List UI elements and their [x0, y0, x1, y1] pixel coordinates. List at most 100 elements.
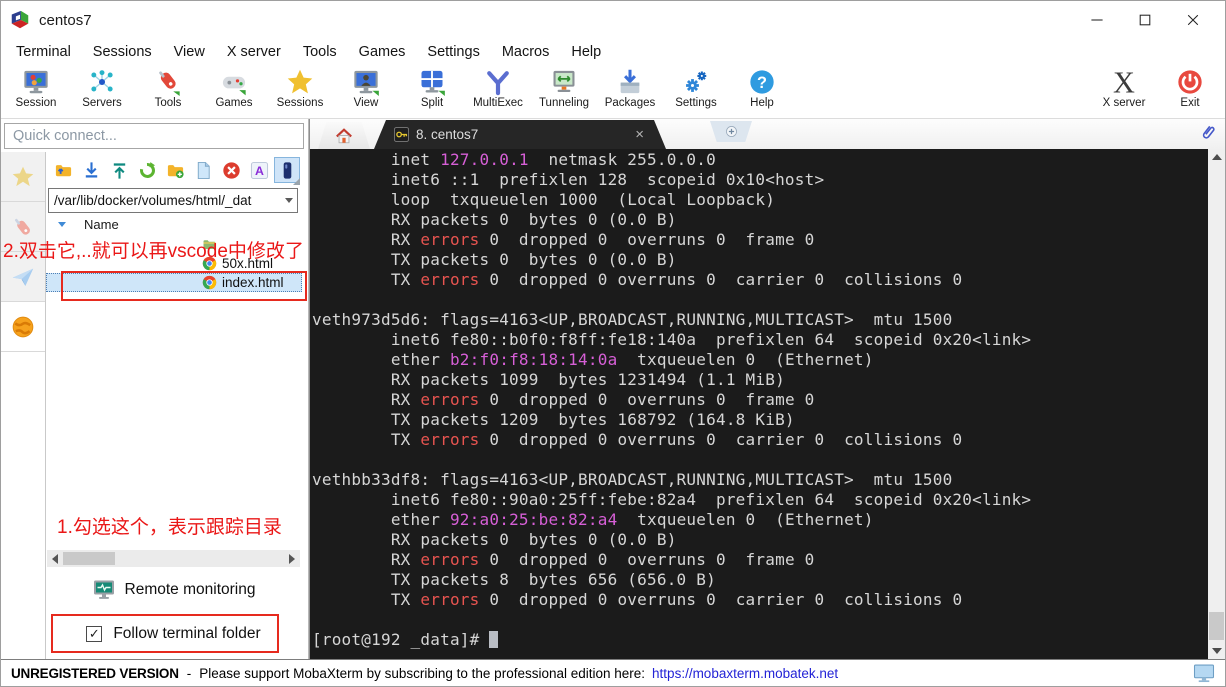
- remote-monitoring-button[interactable]: Remote monitoring: [47, 576, 300, 604]
- file-list-header[interactable]: Name: [46, 213, 308, 235]
- file-toolbar-download-button[interactable]: [78, 157, 104, 183]
- file-toolbar-new-folder-button[interactable]: [162, 157, 188, 183]
- toolbar-label: Help: [750, 97, 774, 109]
- toolbar-button-split[interactable]: Split: [399, 68, 465, 109]
- toolbar-label: Exit: [1180, 97, 1200, 109]
- plus-icon: [725, 125, 738, 138]
- menu-bar: Terminal Sessions View X server Tools Games Se…: [1, 39, 1225, 65]
- scrollbar-track[interactable]: [63, 550, 284, 567]
- quick-connect-input[interactable]: [4, 123, 304, 149]
- monitor-icon: [1193, 664, 1215, 683]
- toolbar-label: Tools: [154, 97, 182, 109]
- sidebar-tab-sessions[interactable]: [1, 152, 45, 202]
- toolbar-label: Split: [420, 97, 444, 109]
- terminal-line: RX errors 0 dropped 0 overruns 0 frame 0: [312, 390, 815, 409]
- file-toolbar-rename-button[interactable]: A: [246, 157, 272, 183]
- paperclip-icon[interactable]: [1199, 121, 1217, 145]
- menu-item-view[interactable]: View: [163, 44, 216, 60]
- delete-icon: [222, 161, 241, 180]
- mobaxterm-logo-icon: [9, 9, 31, 31]
- session-icon: [22, 68, 50, 96]
- toolbar-label: View: [353, 97, 379, 109]
- sidebar-tab-sftp[interactable]: [1, 302, 45, 352]
- tab-close-icon[interactable]: ×: [633, 127, 646, 142]
- terminal-scrollbar[interactable]: [1208, 149, 1225, 659]
- path-dropdown[interactable]: /var/lib/docker/volumes/html/_dat: [48, 188, 298, 213]
- servers-icon: [88, 68, 116, 96]
- scroll-up-arrow[interactable]: [1208, 149, 1225, 165]
- toolbar-button-tools[interactable]: Tools: [135, 68, 201, 109]
- follow-terminal-folder-checkbox[interactable]: ✓: [86, 626, 103, 642]
- corner-resize-icon[interactable]: [293, 178, 300, 185]
- horizontal-scrollbar[interactable]: [47, 550, 300, 567]
- toolbar-button-multiexec[interactable]: MultiExec: [465, 68, 531, 109]
- exit-icon: [1176, 68, 1204, 96]
- toolbar-button-servers[interactable]: Servers: [69, 68, 135, 109]
- menu-item-help[interactable]: Help: [560, 44, 612, 60]
- remote-monitor-icon: [92, 578, 116, 602]
- toolbar-button-help[interactable]: ? Help: [729, 68, 795, 109]
- folder-up-icon: [54, 161, 73, 180]
- file-toolbar-upload-button[interactable]: [106, 157, 132, 183]
- menu-item-settings[interactable]: Settings: [416, 44, 490, 60]
- scroll-left-arrow[interactable]: [47, 550, 63, 567]
- split-icon: [418, 68, 446, 96]
- toolbar-button-sessions[interactable]: Sessions: [267, 68, 333, 109]
- terminal-output[interactable]: inet 127.0.0.1 netmask 255.0.0.0 inet6 :…: [310, 149, 1208, 659]
- home-tab[interactable]: [318, 122, 370, 149]
- tab-label: 8. centos7: [416, 127, 479, 142]
- chrome-icon: [202, 275, 217, 290]
- terminal-line: TX packets 8 bytes 656 (656.0 B): [312, 570, 716, 589]
- scroll-down-arrow[interactable]: [1208, 643, 1225, 659]
- unregistered-version-label: UNREGISTERED VERSION: [11, 665, 179, 681]
- menu-item-games[interactable]: Games: [348, 44, 417, 60]
- menu-item-macros[interactable]: Macros: [491, 44, 561, 60]
- file-toolbar-refresh-button[interactable]: [134, 157, 160, 183]
- terminal-line: inet6 fe80::b0f0:f8ff:fe18:140a prefixle…: [312, 330, 1032, 349]
- view-icon: [352, 68, 380, 96]
- toolbar-label: Games: [215, 97, 253, 109]
- star-faded-icon: [11, 165, 35, 189]
- home-icon: [335, 127, 353, 145]
- knife-faded-icon: [11, 215, 35, 239]
- file-toolbar-delete-button[interactable]: [218, 157, 244, 183]
- mobatek-link[interactable]: https://mobaxterm.mobatek.net: [652, 666, 838, 681]
- toolbar-button-session[interactable]: Session: [3, 68, 69, 109]
- new-tab-button[interactable]: [710, 121, 752, 142]
- terminal-line: [root@192 _data]#: [312, 630, 1208, 650]
- annotation-step2: 2.双击它,..就可以再vscode中修改了: [3, 241, 304, 262]
- toolbar-button-tunneling[interactable]: Tunneling: [531, 68, 597, 109]
- menu-item-x-server[interactable]: X server: [216, 44, 292, 60]
- toolbar-button-settings[interactable]: Settings: [663, 68, 729, 109]
- file-toolbar-new-file-button[interactable]: [190, 157, 216, 183]
- menu-item-tools[interactable]: Tools: [292, 44, 348, 60]
- main-area: A /var/lib/docker/volumes/html/_dat Name…: [1, 119, 1225, 659]
- menu-item-terminal[interactable]: Terminal: [5, 44, 82, 60]
- scroll-right-arrow[interactable]: [284, 550, 300, 567]
- close-button[interactable]: [1169, 5, 1217, 35]
- chevron-down-icon: [285, 198, 293, 203]
- toolbar-button-exit[interactable]: Exit: [1157, 68, 1223, 109]
- sort-direction-icon: [58, 221, 66, 227]
- terminal-scrollbar-thumb[interactable]: [1209, 612, 1224, 640]
- scrollbar-thumb[interactable]: [63, 552, 115, 565]
- toolbar-button-games[interactable]: Games: [201, 68, 267, 109]
- maximize-button[interactable]: [1121, 5, 1169, 35]
- minimize-button[interactable]: [1073, 5, 1121, 35]
- toolbar-button-x-server[interactable]: XX server: [1091, 66, 1157, 110]
- menu-item-sessions[interactable]: Sessions: [82, 44, 163, 60]
- new-folder-icon: [166, 161, 185, 180]
- terminal-line: TX errors 0 dropped 0 overruns 0 carrier…: [312, 430, 963, 449]
- help-icon: ?: [748, 68, 776, 96]
- toolbar-button-view[interactable]: View: [333, 68, 399, 109]
- file-toolbar-go-up-button[interactable]: [50, 157, 76, 183]
- toolbar-button-packages[interactable]: Packages: [597, 68, 663, 109]
- terminal-line: ether 92:a0:25:be:82:a4 txqueuelen 0 (Et…: [312, 510, 874, 529]
- file-row-index-html[interactable]: index.html: [46, 273, 302, 292]
- status-separator: -: [186, 665, 192, 681]
- rename-icon: A: [250, 161, 269, 180]
- tunneling-icon: [550, 68, 578, 96]
- tab-centos7[interactable]: 8. centos7 ×: [374, 120, 666, 149]
